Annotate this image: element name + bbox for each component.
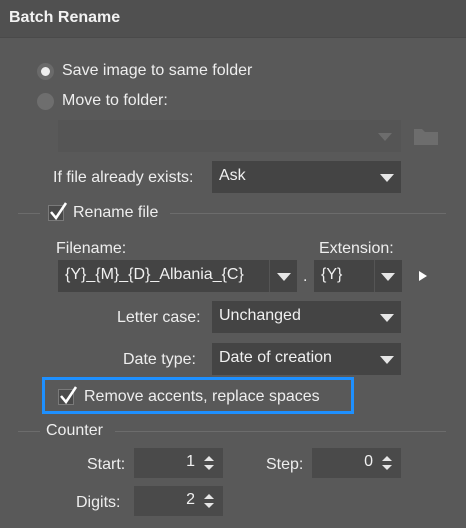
spin-down-icon[interactable] bbox=[382, 465, 392, 470]
counter-separator-right bbox=[115, 431, 446, 432]
same-folder-label[interactable]: Save image to same folder bbox=[62, 62, 252, 80]
chevron-down-icon bbox=[380, 356, 394, 364]
extension-value: {Y} bbox=[321, 266, 343, 283]
folder-path-dropdown[interactable] bbox=[58, 120, 401, 152]
counter-title: Counter bbox=[46, 422, 103, 439]
spin-up-icon[interactable] bbox=[382, 456, 392, 461]
step-label: Step: bbox=[266, 456, 304, 473]
spin-down-icon[interactable] bbox=[204, 465, 214, 470]
chevron-down-icon[interactable] bbox=[381, 273, 395, 281]
chevron-down-icon[interactable] bbox=[277, 273, 291, 281]
spin-down-icon[interactable] bbox=[204, 503, 214, 508]
remove-accents-checkbox[interactable] bbox=[58, 386, 78, 405]
if-exists-label: If file already exists: bbox=[53, 169, 194, 186]
extension-dot: . bbox=[303, 268, 308, 285]
filename-label: Filename: bbox=[56, 240, 127, 257]
start-value: 1 bbox=[186, 453, 195, 470]
digits-spinbox[interactable]: 2 bbox=[134, 486, 223, 516]
letter-case-label: Letter case: bbox=[117, 309, 201, 326]
date-type-value: Date of creation bbox=[219, 349, 332, 366]
filename-combobox[interactable]: {Y}_{M}_{D}_Albania_{C} bbox=[58, 260, 297, 292]
extension-label: Extension: bbox=[319, 240, 394, 257]
folder-icon[interactable] bbox=[413, 126, 439, 151]
chevron-down-icon bbox=[380, 174, 394, 182]
step-value: 0 bbox=[364, 453, 373, 470]
chevron-down-icon bbox=[380, 314, 394, 322]
extension-combobox[interactable]: {Y} bbox=[314, 260, 402, 292]
if-exists-dropdown[interactable]: Ask bbox=[212, 161, 401, 193]
move-folder-label[interactable]: Move to folder: bbox=[62, 92, 168, 110]
chevron-down-icon bbox=[378, 133, 392, 141]
filename-value: {Y}_{M}_{D}_Albania_{C} bbox=[65, 266, 244, 283]
spin-up-icon[interactable] bbox=[204, 494, 214, 499]
counter-separator-left bbox=[18, 431, 40, 432]
rename-label[interactable]: Rename file bbox=[73, 204, 158, 222]
rename-separator-right bbox=[170, 213, 446, 214]
spin-up-icon[interactable] bbox=[204, 456, 214, 461]
window-title: Batch Rename bbox=[9, 9, 121, 26]
rename-checkbox[interactable] bbox=[48, 202, 68, 221]
letter-case-value: Unchanged bbox=[219, 307, 301, 324]
start-label: Start: bbox=[87, 456, 126, 473]
checkmark-icon bbox=[60, 386, 78, 405]
date-type-label: Date type: bbox=[123, 351, 196, 368]
extension-split bbox=[374, 260, 375, 292]
step-spinbox[interactable]: 0 bbox=[312, 448, 401, 478]
play-arrow-icon[interactable] bbox=[418, 269, 428, 287]
move-folder-radio[interactable] bbox=[37, 93, 54, 110]
filename-split bbox=[269, 260, 270, 292]
letter-case-dropdown[interactable]: Unchanged bbox=[212, 301, 401, 333]
remove-accents-label[interactable]: Remove accents, replace spaces bbox=[84, 388, 320, 406]
digits-value: 2 bbox=[186, 491, 195, 508]
start-spinbox[interactable]: 1 bbox=[134, 448, 223, 478]
rename-separator-left bbox=[18, 213, 40, 214]
digits-label: Digits: bbox=[76, 494, 121, 511]
checkmark-icon bbox=[50, 202, 68, 221]
same-folder-radio[interactable] bbox=[37, 63, 54, 80]
date-type-dropdown[interactable]: Date of creation bbox=[212, 343, 401, 375]
if-exists-value: Ask bbox=[219, 167, 246, 184]
